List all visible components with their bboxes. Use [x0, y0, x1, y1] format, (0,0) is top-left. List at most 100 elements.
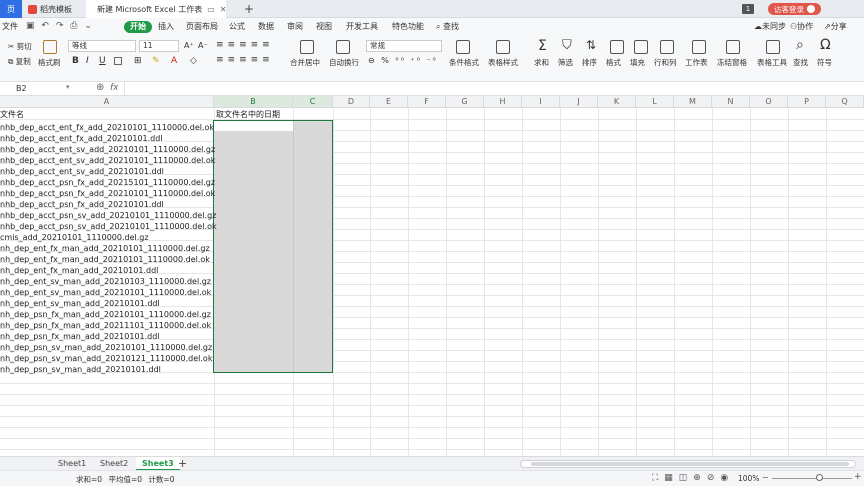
format-painter-icon[interactable] — [43, 40, 57, 54]
cell-a9[interactable]: nhb_dep_acct_psn_fx_add_20210101.ddl — [0, 199, 164, 210]
name-box[interactable]: B2 — [16, 83, 72, 94]
number-format-icons[interactable]: ⊖ % ⁰⁰ ⁺⁰ ⁻⁰ — [368, 56, 438, 65]
font-color-icon[interactable]: A — [171, 56, 177, 66]
column-header-j[interactable]: J — [560, 96, 598, 108]
login-button[interactable]: 访客登录 — [768, 3, 821, 15]
fx-icon[interactable]: fx — [110, 83, 119, 93]
zoom-magnifier-icon[interactable]: ⊕ — [96, 82, 104, 93]
column-header-q[interactable]: Q — [826, 96, 864, 108]
template-tab[interactable]: 稻壳模板 — [22, 0, 86, 18]
sort-icon[interactable]: ⇅ — [586, 38, 596, 52]
shrink-font-icon[interactable]: A⁻ — [198, 41, 208, 50]
filter-icon[interactable]: ⛉ — [562, 38, 572, 53]
column-header-e[interactable]: E — [370, 96, 408, 108]
format-painter-label[interactable]: 格式刷 — [38, 57, 61, 68]
column-header-c[interactable]: C — [293, 96, 333, 108]
cell-b1-header[interactable]: 取文件名中的日期 — [216, 109, 280, 120]
name-box-dropdown-icon[interactable]: ▾ — [66, 83, 70, 91]
zoom-level[interactable]: 100% — [738, 474, 759, 483]
fill-button[interactable]: 填充 — [630, 57, 645, 68]
italic-icon[interactable]: I — [86, 56, 89, 66]
cell-a21[interactable]: nh_dep_psn_fx_man_add_20210101.ddl — [0, 331, 160, 342]
cell-a18[interactable]: nh_dep_ent_sv_man_add_20210101.ddl — [0, 298, 160, 309]
search-button[interactable]: ⌕ 查找 — [436, 21, 459, 33]
merge-center-icon[interactable] — [300, 40, 314, 54]
cell-a20[interactable]: nh_dep_psn_fx_man_add_20211101_1110000.d… — [0, 320, 211, 331]
cell-a17[interactable]: nh_dep_ent_sv_man_add_20210101_1110000.d… — [0, 287, 211, 298]
table-tools-button[interactable]: 表格工具 — [757, 57, 787, 68]
freeze-icon[interactable] — [726, 40, 740, 54]
wrap-text-icon[interactable] — [336, 40, 350, 54]
conditional-format-button[interactable]: 条件格式 — [449, 57, 479, 68]
cell-a13[interactable]: nh_dep_ent_fx_man_add_20210101_1110000.d… — [0, 243, 210, 254]
menu-formulas[interactable]: 公式 — [229, 21, 245, 33]
cell-a8[interactable]: nhb_dep_acct_psn_fx_add_20210101_1110000… — [0, 188, 215, 199]
sum-icon[interactable]: Σ — [538, 38, 547, 54]
cell-a3[interactable]: nhb_dep_acct_ent_fx_add_20210101.ddl — [0, 133, 163, 144]
cell-a4[interactable]: nhb_dep_acct_ent_sv_add_20210101_1110000… — [0, 144, 215, 155]
menu-developer[interactable]: 开发工具 — [346, 21, 378, 33]
column-header-b[interactable]: B — [214, 96, 293, 108]
menu-home[interactable]: 开始 — [124, 21, 152, 33]
cell-a1-header[interactable]: 文件名 — [0, 109, 24, 120]
cell-a22[interactable]: nh_dep_psn_sv_man_add_20210101_1110000.d… — [0, 342, 212, 353]
new-tab-button[interactable]: + — [244, 0, 254, 18]
table-style-button[interactable]: 表格样式 — [488, 57, 518, 68]
add-sheet-button[interactable]: + — [172, 457, 193, 471]
sheet-tab-2[interactable]: Sheet2 — [94, 457, 134, 471]
view-mode-icons[interactable]: ⛶▦◫⊕⊘◉ — [652, 473, 734, 483]
horizontal-align-icons[interactable]: ≡≡≡≡≡ — [216, 55, 274, 65]
column-header-p[interactable]: P — [788, 96, 826, 108]
cell-a23[interactable]: nh_dep_psn_sv_man_add_20210121_1110000.d… — [0, 353, 212, 364]
print-icon[interactable]: ⎙ — [70, 21, 77, 31]
cell-a14[interactable]: nh_dep_ent_fx_man_add_20210101_1110000.d… — [0, 254, 210, 265]
sheet-tab-1[interactable]: Sheet1 — [52, 457, 92, 471]
font-name-select[interactable]: 等线 — [68, 40, 136, 52]
underline-icon[interactable]: U — [99, 56, 106, 66]
format-button[interactable]: 格式 — [606, 57, 621, 68]
sort-button[interactable]: 排序 — [582, 57, 597, 68]
cell-a16[interactable]: nh_dep_ent_sv_man_add_20210103_1110000.d… — [0, 276, 211, 287]
save-icon[interactable]: ▣ — [26, 21, 35, 31]
row-col-button[interactable]: 行和列 — [654, 57, 677, 68]
spreadsheet-grid[interactable]: ABCDEFGHIJKLMNOPQ 文件名 取文件名中的日期 nhb_dep_a… — [0, 96, 864, 456]
cell-a7[interactable]: nhb_dep_acct_psn_fx_add_20215101_1110000… — [0, 177, 215, 188]
fill-color-icon[interactable]: ⊞ — [134, 56, 142, 66]
menu-view[interactable]: 视图 — [316, 21, 332, 33]
pin-icon[interactable]: ▭ — [207, 5, 215, 14]
worksheet-button[interactable]: 工作表 — [685, 57, 708, 68]
home-tab[interactable]: 页 — [0, 0, 22, 18]
column-header-k[interactable]: K — [598, 96, 636, 108]
sum-button[interactable]: 求和 — [534, 57, 549, 68]
cell-a6[interactable]: nhb_dep_acct_ent_sv_add_20210101.ddl — [0, 166, 164, 177]
column-header-f[interactable]: F — [408, 96, 446, 108]
find-button[interactable]: 查找 — [793, 57, 808, 68]
column-header-l[interactable]: L — [636, 96, 674, 108]
grow-font-icon[interactable]: A⁺ — [184, 41, 194, 50]
column-header-n[interactable]: N — [712, 96, 750, 108]
symbol-button[interactable]: 符号 — [817, 57, 832, 68]
cell-a10[interactable]: nhb_dep_acct_psn_sv_add_20210101_1110000… — [0, 210, 216, 221]
zoom-in-icon[interactable]: + — [854, 472, 862, 482]
workbook-tab[interactable]: 新建 Microsoft Excel 工作表 ▭ ✕ — [86, 0, 227, 18]
filter-button[interactable]: 筛选 — [558, 57, 573, 68]
cell-a2[interactable]: nhb_dep_acct_ent_fx_add_20210101_1110000… — [0, 122, 214, 133]
zoom-slider[interactable] — [772, 478, 852, 479]
highlight-icon[interactable]: ✎ — [152, 56, 160, 66]
menu-review[interactable]: 审阅 — [287, 21, 303, 33]
column-header-h[interactable]: H — [484, 96, 522, 108]
cell-a24[interactable]: nh_dep_psn_sv_man_add_20210101.ddl — [0, 364, 161, 375]
clear-format-icon[interactable]: ◇ — [190, 56, 197, 66]
share-button[interactable]: ⇗分享 — [824, 21, 847, 33]
fill-icon[interactable] — [634, 40, 648, 54]
omega-icon[interactable]: Ω — [820, 37, 831, 53]
redo-icon[interactable]: ↷ — [56, 21, 64, 31]
zoom-out-icon[interactable]: − — [762, 473, 769, 482]
column-header-a[interactable]: A — [0, 96, 214, 108]
copy-button[interactable]: ⧉ 复制 — [8, 56, 31, 67]
font-size-select[interactable]: 11 — [139, 40, 179, 52]
bold-icon[interactable]: B — [72, 56, 79, 66]
cell-a11[interactable]: nhb_dep_acct_psn_sv_add_20210101_1110000… — [0, 221, 217, 232]
wrap-text-button[interactable]: 自动换行 — [329, 57, 359, 68]
menu-insert[interactable]: 插入 — [158, 21, 174, 33]
